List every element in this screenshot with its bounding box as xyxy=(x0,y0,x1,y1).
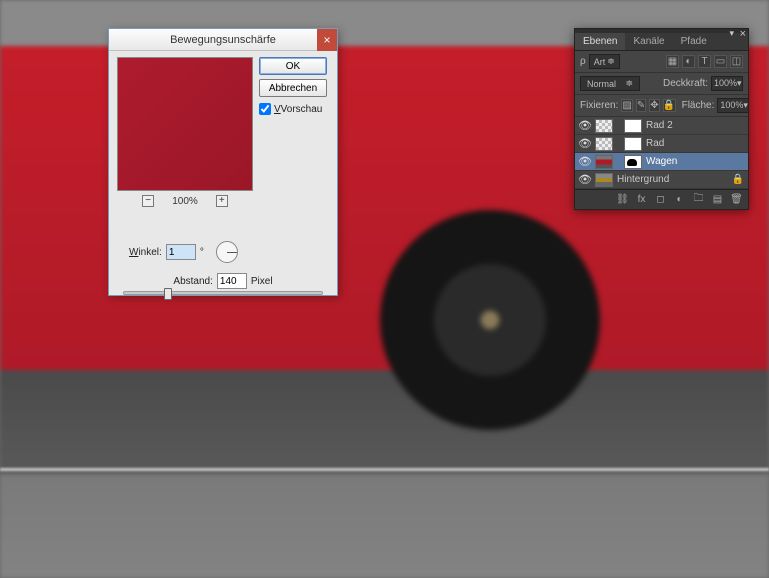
zoom-out-button[interactable]: − xyxy=(142,195,154,207)
filter-adjust-icon[interactable]: ◐ xyxy=(682,55,695,68)
layer-name[interactable]: Rad 2 xyxy=(646,120,673,131)
layer-name[interactable]: Hintergrund xyxy=(617,174,669,185)
layer-row[interactable]: 👁 Rad xyxy=(575,135,748,153)
layer-row[interactable]: 👁 Hintergrund 🔒 xyxy=(575,171,748,189)
fill-input[interactable]: 100%▾ xyxy=(717,98,749,113)
add-mask-icon[interactable]: ◻ xyxy=(654,193,667,206)
layer-thumb[interactable] xyxy=(595,155,613,169)
canvas-wheel xyxy=(380,210,600,430)
preview-checkbox-label: VVorschau xyxy=(274,104,322,115)
fx-icon[interactable]: fx xyxy=(635,193,648,206)
preview-checkbox-row[interactable]: VVorschau xyxy=(259,103,329,115)
search-icon: ρ xyxy=(580,56,586,67)
angle-dial[interactable] xyxy=(216,241,238,263)
layer-row[interactable]: 👁 Wagen xyxy=(575,153,748,171)
lock-transparency-icon[interactable]: ▨ xyxy=(621,99,632,112)
filter-type-select[interactable]: Art≑ xyxy=(589,54,620,69)
layer-mask-thumb[interactable] xyxy=(624,155,642,169)
angle-label: Winkel: xyxy=(129,247,162,258)
dialog-close-button[interactable]: × xyxy=(317,29,337,51)
distance-unit: Pixel xyxy=(251,276,273,287)
visibility-icon[interactable]: 👁 xyxy=(579,120,591,132)
layer-name[interactable]: Rad xyxy=(646,138,664,149)
visibility-icon[interactable]: 👁 xyxy=(579,174,591,186)
zoom-in-button[interactable]: + xyxy=(216,195,228,207)
filter-shape-icon[interactable]: ▭ xyxy=(714,55,727,68)
angle-input[interactable] xyxy=(166,244,196,260)
distance-label: Abstand: xyxy=(173,276,212,287)
preview-checkbox[interactable] xyxy=(259,103,271,115)
panel-close-icon[interactable]: × xyxy=(740,28,746,40)
panel-footer: ⛓ fx ◻ ◐ 🗀 ▤ 🗑 xyxy=(575,189,748,209)
layer-name[interactable]: Wagen xyxy=(646,156,677,167)
cancel-button[interactable]: Abbrechen xyxy=(259,79,327,97)
layer-thumb[interactable] xyxy=(595,119,613,133)
lock-pixels-icon[interactable]: ✎ xyxy=(636,99,646,112)
trash-icon[interactable]: 🗑 xyxy=(730,193,743,206)
lock-all-icon[interactable]: 🔒 xyxy=(663,99,676,112)
link-layers-icon[interactable]: ⛓ xyxy=(616,193,629,206)
panel-collapse-icon[interactable]: ▾ xyxy=(729,28,734,39)
distance-slider[interactable] xyxy=(123,291,323,295)
panel-head[interactable]: ▾ × xyxy=(575,29,748,33)
fill-label: Fläche: xyxy=(682,100,715,111)
opacity-input[interactable]: 100%▾ xyxy=(711,76,743,91)
layers-panel: ▾ × Ebenen Kanäle Pfade ρ Art≑ ▦ ◐ T ▭ ◫… xyxy=(574,28,749,210)
visibility-icon[interactable]: 👁 xyxy=(579,156,591,168)
layer-list: 👁 Rad 2 👁 Rad 👁 Wagen 👁 Hintergrund 🔒 xyxy=(575,117,748,189)
tab-layers[interactable]: Ebenen xyxy=(575,33,625,50)
motion-blur-dialog: Bewegungsunschärfe × − 100% + OK Abbrech… xyxy=(108,28,338,296)
panel-tabs: Ebenen Kanäle Pfade xyxy=(575,33,748,51)
dialog-titlebar[interactable]: Bewegungsunschärfe × xyxy=(109,29,337,51)
angle-unit: ° xyxy=(200,247,204,258)
blend-mode-select[interactable]: Normal≑ xyxy=(580,76,640,91)
ok-button[interactable]: OK xyxy=(259,57,327,75)
zoom-level-label: 100% xyxy=(172,196,198,207)
filter-preview[interactable] xyxy=(117,57,253,191)
layer-mask-thumb[interactable] xyxy=(624,119,642,133)
filter-smart-icon[interactable]: ◫ xyxy=(730,55,743,68)
tab-channels[interactable]: Kanäle xyxy=(625,33,672,50)
layer-mask-thumb[interactable] xyxy=(624,137,642,151)
layer-row[interactable]: 👁 Rad 2 xyxy=(575,117,748,135)
adjustment-icon[interactable]: ◐ xyxy=(673,193,686,206)
lock-label: Fixieren: xyxy=(580,100,618,111)
distance-slider-thumb[interactable] xyxy=(164,288,172,300)
lock-icon: 🔒 xyxy=(732,174,744,185)
layer-thumb[interactable] xyxy=(595,173,613,187)
visibility-icon[interactable]: 👁 xyxy=(579,138,591,150)
tab-paths[interactable]: Pfade xyxy=(673,33,715,50)
lock-position-icon[interactable]: ✥ xyxy=(649,99,659,112)
dialog-title-text: Bewegungsunschärfe xyxy=(170,34,276,46)
distance-input[interactable] xyxy=(217,273,247,289)
filter-type-icon[interactable]: T xyxy=(698,55,711,68)
group-icon[interactable]: 🗀 xyxy=(692,193,705,206)
new-layer-icon[interactable]: ▤ xyxy=(711,193,724,206)
filter-pixel-icon[interactable]: ▦ xyxy=(666,55,679,68)
layer-thumb[interactable] xyxy=(595,137,613,151)
canvas-road-line xyxy=(0,468,769,471)
opacity-label: Deckkraft: xyxy=(663,78,708,89)
